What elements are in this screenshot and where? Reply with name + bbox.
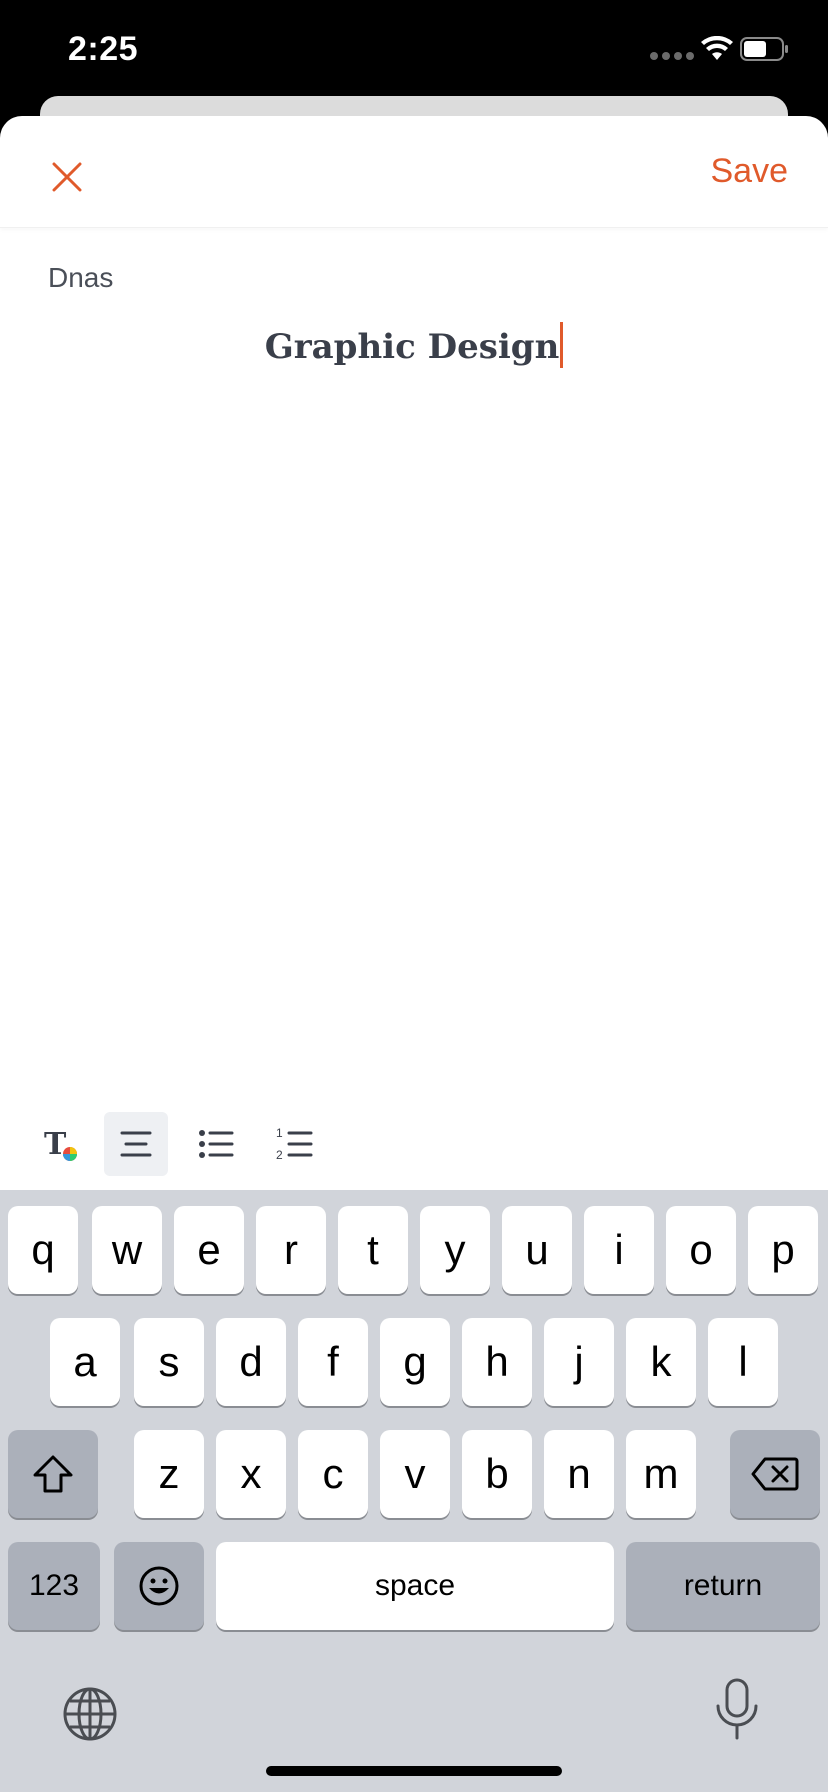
- key-p[interactable]: p: [748, 1206, 818, 1294]
- key-c[interactable]: c: [298, 1430, 368, 1518]
- key-r[interactable]: r: [256, 1206, 326, 1294]
- key-a[interactable]: a: [50, 1318, 120, 1406]
- key-h[interactable]: h: [462, 1318, 532, 1406]
- key-k[interactable]: k: [626, 1318, 696, 1406]
- sheet-header: Save: [0, 116, 828, 228]
- key-l[interactable]: l: [708, 1318, 778, 1406]
- numbered-list-icon: 1 2: [276, 1126, 313, 1162]
- key-w[interactable]: w: [92, 1206, 162, 1294]
- status-time: 2:25: [68, 30, 139, 68]
- svg-text:1: 1: [276, 1126, 283, 1140]
- author-name: Dnas: [48, 262, 114, 293]
- bullet-list-icon: [199, 1130, 234, 1158]
- keyboard: q w e r t y u i o p a s d f g h j k l z …: [0, 1190, 828, 1792]
- bullet-list-button[interactable]: [184, 1112, 248, 1176]
- text-color-icon: T: [44, 1127, 77, 1162]
- text-color-button[interactable]: T: [28, 1112, 92, 1176]
- cellular-signal-icon: [650, 52, 694, 60]
- shift-key[interactable]: [8, 1430, 98, 1518]
- key-x[interactable]: x: [216, 1430, 286, 1518]
- align-center-button[interactable]: [104, 1112, 168, 1176]
- key-o[interactable]: o: [666, 1206, 736, 1294]
- space-key[interactable]: space: [216, 1542, 614, 1630]
- home-indicator: [266, 1766, 562, 1776]
- backspace-icon: [751, 1457, 799, 1491]
- key-s[interactable]: s: [134, 1318, 204, 1406]
- status-bar: 2:25: [0, 0, 828, 96]
- close-icon: [52, 162, 82, 192]
- title-text: Graphic Design: [264, 327, 560, 367]
- save-button[interactable]: Save: [711, 152, 789, 191]
- key-e[interactable]: e: [174, 1206, 244, 1294]
- text-cursor: [560, 322, 564, 368]
- numbers-key[interactable]: 123: [8, 1542, 100, 1630]
- svg-text:2: 2: [276, 1148, 283, 1162]
- key-f[interactable]: f: [298, 1318, 368, 1406]
- key-u[interactable]: u: [502, 1206, 572, 1294]
- formatting-toolbar: T 1 2: [0, 1106, 828, 1190]
- key-z[interactable]: z: [134, 1430, 204, 1518]
- align-center-icon: [120, 1131, 152, 1157]
- key-j[interactable]: j: [544, 1318, 614, 1406]
- key-m[interactable]: m: [626, 1430, 696, 1518]
- emoji-key[interactable]: [114, 1542, 204, 1630]
- key-q[interactable]: q: [8, 1206, 78, 1294]
- key-v[interactable]: v: [380, 1430, 450, 1518]
- editor-sheet: Save Dnas Graphic Design: [0, 116, 828, 1190]
- key-d[interactable]: d: [216, 1318, 286, 1406]
- title-input[interactable]: Graphic Design: [0, 322, 828, 368]
- globe-icon[interactable]: [62, 1686, 118, 1742]
- backspace-key[interactable]: [730, 1430, 820, 1518]
- key-b[interactable]: b: [462, 1430, 532, 1518]
- key-g[interactable]: g: [380, 1318, 450, 1406]
- wifi-icon: [701, 36, 733, 60]
- close-button[interactable]: [44, 154, 90, 200]
- emoji-icon: [139, 1566, 179, 1606]
- key-n[interactable]: n: [544, 1430, 614, 1518]
- shift-icon: [33, 1455, 73, 1493]
- svg-text:T: T: [44, 1127, 67, 1162]
- battery-icon: [740, 37, 788, 61]
- key-t[interactable]: t: [338, 1206, 408, 1294]
- return-key[interactable]: return: [626, 1542, 820, 1630]
- key-y[interactable]: y: [420, 1206, 490, 1294]
- microphone-icon[interactable]: [714, 1678, 760, 1742]
- key-i[interactable]: i: [584, 1206, 654, 1294]
- numbered-list-button[interactable]: 1 2: [262, 1112, 326, 1176]
